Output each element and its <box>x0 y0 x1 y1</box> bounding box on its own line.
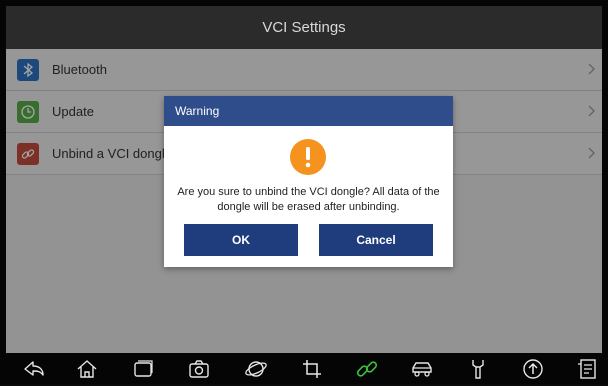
vci-link-icon[interactable] <box>355 357 379 381</box>
camera-icon[interactable] <box>187 357 211 381</box>
home-icon[interactable] <box>75 357 99 381</box>
report-icon[interactable] <box>575 357 599 381</box>
warning-dialog: Warning Are you sure to unbind the VCI d… <box>164 96 453 267</box>
recent-apps-icon[interactable] <box>131 357 155 381</box>
ok-button[interactable]: OK <box>184 224 298 256</box>
dialog-message: Are you sure to unbind the VCI dongle? A… <box>177 186 440 213</box>
wrench-icon[interactable] <box>466 357 490 381</box>
browser-icon[interactable] <box>244 357 268 381</box>
back-icon[interactable] <box>22 357 46 381</box>
title-bar: VCI Settings <box>6 6 602 49</box>
device-frame: VCI Settings Bluetooth Update Unbind a V… <box>0 0 608 384</box>
screen: VCI Settings Bluetooth Update Unbind a V… <box>6 6 602 353</box>
upload-icon[interactable] <box>521 357 545 381</box>
car-icon[interactable] <box>410 357 434 381</box>
dialog-header: Warning <box>164 96 453 126</box>
dialog-title: Warning <box>175 104 220 118</box>
cancel-button[interactable]: Cancel <box>319 224 433 256</box>
warning-icon <box>290 139 326 175</box>
navigation-bar <box>0 353 608 384</box>
page-title: VCI Settings <box>262 19 346 36</box>
crop-icon[interactable] <box>300 357 324 381</box>
